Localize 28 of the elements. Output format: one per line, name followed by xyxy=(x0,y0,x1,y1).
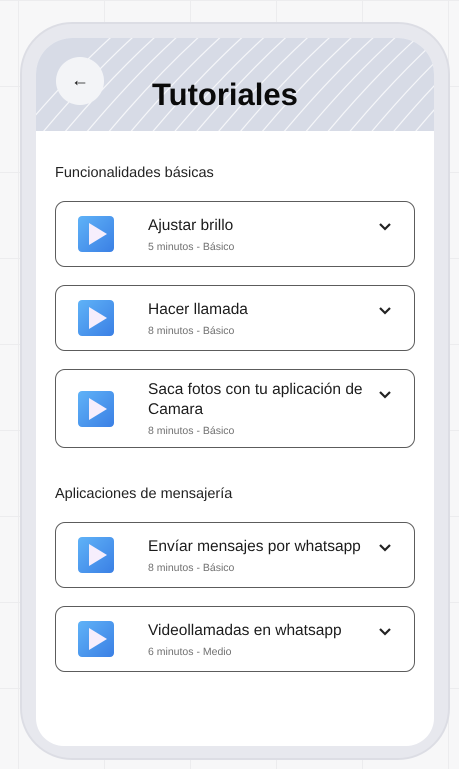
tutorial-meta: 8 minutos - Básico xyxy=(148,324,236,336)
tutorial-meta: 6 minutos - Medio xyxy=(148,646,232,658)
page-title: Tutoriales xyxy=(152,76,298,112)
chevron-down-icon[interactable] xyxy=(378,390,392,400)
tutorial-card[interactable]: Hacer llamada 8 minutos - Básico xyxy=(55,285,415,351)
section-heading: Funcionalidades básicas xyxy=(55,165,215,181)
chevron-down-icon[interactable] xyxy=(378,222,392,232)
section-heading: Aplicaciones de mensajería xyxy=(55,486,234,502)
tutorial-meta: 5 minutos - Básico xyxy=(148,240,236,252)
play-icon xyxy=(78,621,114,657)
chevron-down-icon[interactable] xyxy=(378,306,392,316)
chevron-down-icon[interactable] xyxy=(378,627,392,637)
tutorial-meta: 8 minutos - Básico xyxy=(148,562,236,574)
tutorial-card[interactable]: Envíar mensajes por whatsapp 8 minutos - Básico xyxy=(55,522,415,588)
tutorial-title: Videollamadas en whatsapp xyxy=(148,620,343,640)
play-icon xyxy=(78,537,114,573)
chevron-down-icon[interactable] xyxy=(378,543,392,553)
play-icon xyxy=(78,216,114,252)
play-icon xyxy=(78,390,114,426)
tutorial-title: Saca fotos con tu aplicación de Camara xyxy=(148,380,364,420)
tutorial-title: Envíar mensajes por whatsapp xyxy=(148,536,362,556)
tutorial-title: Hacer llamada xyxy=(148,300,249,320)
tutorial-title: Ajustar brillo xyxy=(148,216,234,236)
play-icon xyxy=(78,300,114,336)
tutorial-card[interactable]: Ajustar brillo 5 minutos - Básico xyxy=(55,201,415,267)
tutorial-card[interactable]: Saca fotos con tu aplicación de Camara 8 minutos - Básico xyxy=(55,369,415,448)
tutorial-card[interactable]: Videollamadas en whatsapp 6 minutos - Medio xyxy=(55,606,415,672)
tutorial-meta: 8 minutos - Básico xyxy=(148,425,236,437)
